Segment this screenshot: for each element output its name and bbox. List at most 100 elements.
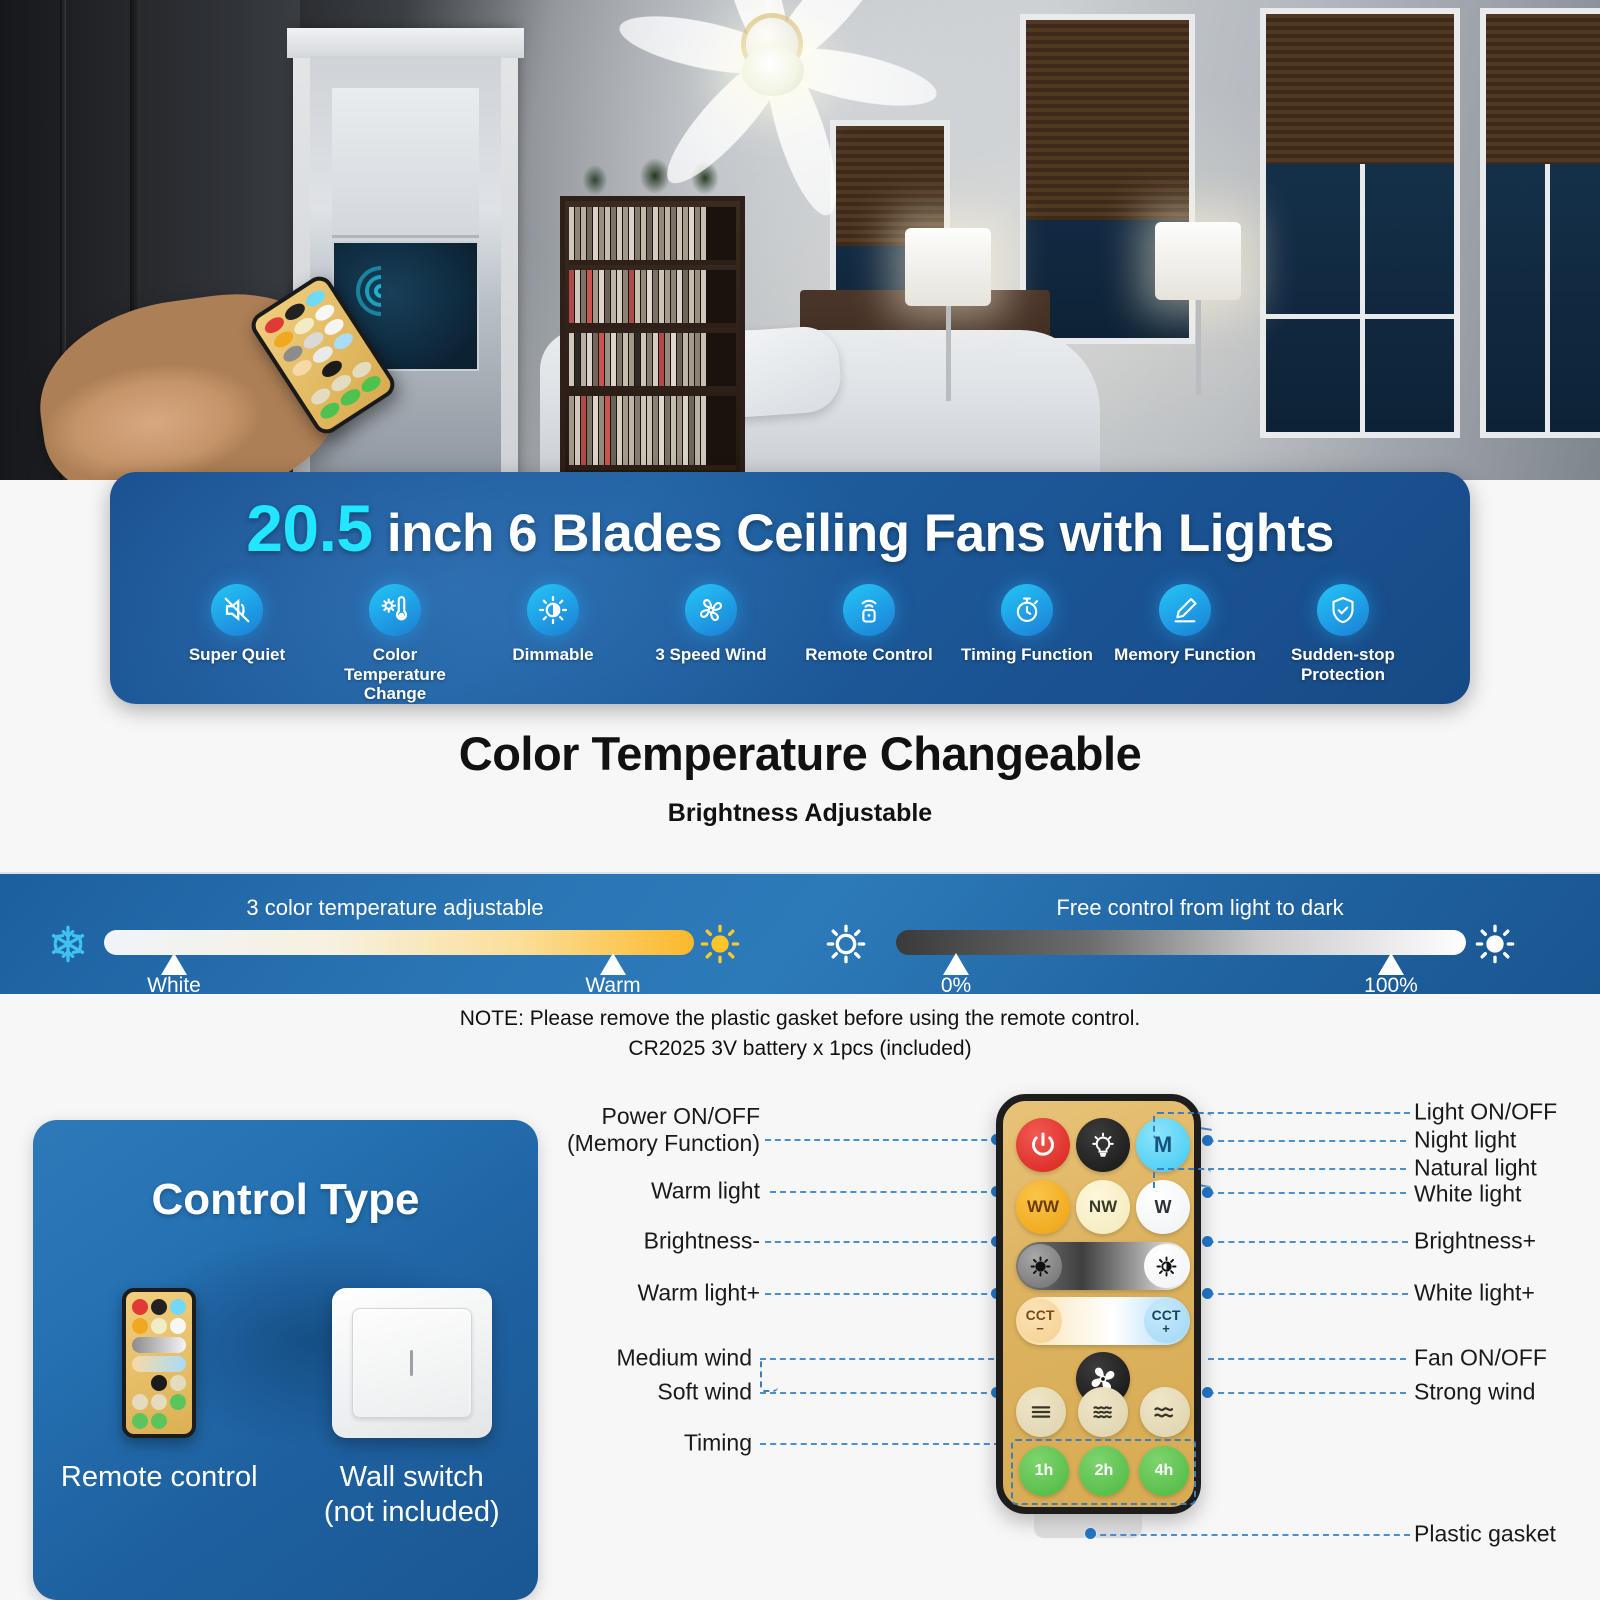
remote-ww-button[interactable]: WW [1016, 1180, 1070, 1234]
lead-dot [1202, 1288, 1213, 1299]
remote-signal-icon [843, 584, 895, 636]
remote-medium-wind-button[interactable] [1078, 1387, 1128, 1437]
lead-dot [1202, 1236, 1213, 1247]
remote-light-button[interactable] [1076, 1118, 1130, 1172]
slider-marker-label: 0% [940, 974, 972, 997]
remote-nw-button[interactable]: NW [1076, 1180, 1130, 1234]
control-type-items: Remote control Wall switch (not included… [33, 1288, 538, 1530]
remote-timer-1h-button[interactable]: 1h [1019, 1446, 1069, 1496]
feature-label: Memory Function [1114, 645, 1256, 664]
remote-cct-plus-button[interactable]: CCT + [1144, 1299, 1188, 1343]
leader-line-brightness-down [765, 1241, 997, 1243]
cct-plus-sign: + [1162, 1320, 1170, 1336]
note-block: NOTE: Please remove the plastic gasket b… [0, 1004, 1600, 1065]
window-blind [1026, 20, 1189, 220]
leader-line-white-light [1208, 1192, 1406, 1194]
annotation-power-line1: Power ON/OFF [601, 1102, 760, 1129]
remote-power-button[interactable] [1016, 1118, 1070, 1172]
remote-soft-wind-button[interactable] [1140, 1387, 1190, 1437]
slider-caption: Free control from light to dark [1056, 895, 1344, 920]
slider-marker-min[interactable] [943, 953, 969, 975]
leader-line-night-light [1208, 1140, 1406, 1142]
annotation-plastic-gasket: Plastic gasket [1414, 1520, 1556, 1547]
remote-strong-wind-button[interactable] [1016, 1387, 1066, 1437]
sun-filled-icon [700, 924, 740, 964]
cct-plus-top: CCT [1151, 1306, 1181, 1323]
color-temperature-track[interactable] [104, 930, 694, 955]
bookshelf-row [569, 207, 736, 265]
banner-title: 20.5 inch 6 Blades Ceiling Fans with Lig… [110, 490, 1470, 566]
leader-line-timing [760, 1443, 1000, 1445]
feature-color-temperature: Color Temperature Change [320, 584, 470, 704]
page-title: Color Temperature Changeable [458, 727, 1142, 780]
slider-marker-label: White [147, 974, 201, 997]
remote-brightness-down-button[interactable] [1018, 1244, 1062, 1288]
window-blind [1266, 14, 1454, 164]
feature-label: Sudden-stop Protection [1291, 645, 1395, 684]
section-heading-block: Color Temperature Changeable Brightness … [0, 726, 1600, 828]
window-mullion [1545, 164, 1550, 432]
lamp-pole [945, 306, 951, 401]
note-line-2: CR2025 3V battery x 1pcs (included) [628, 1037, 972, 1061]
control-type-label: Wall switch (not included) [323, 1461, 500, 1528]
remote-cct-minus-button[interactable]: CCT − [1018, 1299, 1062, 1343]
annotation-timing: Timing [683, 1429, 752, 1456]
feature-remote-control: Remote Control [794, 584, 944, 704]
slider-marker-white[interactable] [161, 953, 187, 975]
lamp-shade [1155, 222, 1241, 300]
feature-memory-function: Memory Function [1110, 584, 1260, 704]
note-line-1: NOTE: Please remove the plastic gasket b… [459, 1007, 1141, 1030]
leader-line-power [765, 1139, 997, 1141]
window-right-1 [1260, 8, 1460, 438]
leader-line-light-onoff [1208, 1112, 1410, 1114]
mute-speaker-icon [211, 584, 263, 636]
shield-check-icon [1317, 584, 1369, 636]
control-type-remote: Remote control [54, 1288, 264, 1495]
brightness-track[interactable] [896, 930, 1466, 955]
slider-caption: 3 color temperature adjustable [246, 895, 544, 920]
stopwatch-icon [1001, 584, 1053, 636]
fan-light-globe [742, 46, 804, 96]
table-lamp-right [1155, 222, 1241, 395]
window-blind [1486, 14, 1600, 164]
remote-brightness-up-button[interactable] [1144, 1244, 1188, 1288]
door-window-shade [332, 88, 479, 238]
feature-3-speed-wind: 3 Speed Wind [636, 584, 786, 704]
annotation-light-onoff: Light ON/OFF [1414, 1098, 1558, 1125]
door-casing [287, 28, 524, 58]
leader-line-natural-light [1208, 1168, 1406, 1170]
leader-line-fan-onoff [1208, 1358, 1406, 1360]
table-lamp-left [905, 228, 991, 401]
leader-line-strong-wind [1208, 1392, 1406, 1394]
banner-size-number: 20.5 [246, 491, 373, 565]
remote-timer-4h-button[interactable]: 4h [1139, 1446, 1189, 1496]
annotation-power: Power ON/OFF (Memory Function) [460, 1103, 760, 1157]
lead-dot [1202, 1387, 1213, 1398]
feature-label: Color Temperature Change [344, 645, 446, 704]
leader-line-soft-wind [760, 1392, 997, 1394]
ceiling-fan [614, 0, 960, 223]
feature-label: Super Quiet [188, 645, 286, 664]
feature-super-quiet: Super Quiet [162, 584, 312, 704]
feature-label: 3 Speed Wind [655, 645, 767, 664]
annotation-medium-wind: Medium wind [616, 1344, 753, 1371]
brightness-slider-block: Free control from light to dark 0% 100% [800, 874, 1600, 997]
banner-title-rest: inch 6 Blades Ceiling Fans with Lights [386, 504, 1334, 563]
leader-line-brightness-up [1208, 1241, 1408, 1243]
slider-marker-max[interactable] [1378, 953, 1404, 975]
wind-group-outline [760, 1358, 778, 1392]
annotation-soft-wind: Soft wind [657, 1378, 752, 1405]
color-temperature-slider-block: 3 color temperature adjustable White War… [0, 874, 790, 997]
annotation-power-line2: (Memory Function) [567, 1130, 760, 1156]
remote-timer-2h-button[interactable]: 2h [1079, 1446, 1129, 1496]
annotation-brightness-down: Brightness- [643, 1227, 760, 1254]
cct-minus-top: CCT [1025, 1306, 1055, 1323]
slider-marker-warm[interactable] [600, 953, 626, 975]
window-right-2 [1480, 8, 1600, 438]
feature-label: Dimmable [512, 645, 594, 664]
window-mullion [1360, 164, 1365, 432]
sun-outline-icon [826, 924, 866, 964]
annotation-night-light: Night light [1414, 1126, 1517, 1153]
window-mullion-h [1266, 314, 1454, 319]
slider-strip: 3 color temperature adjustable White War… [0, 872, 1600, 997]
